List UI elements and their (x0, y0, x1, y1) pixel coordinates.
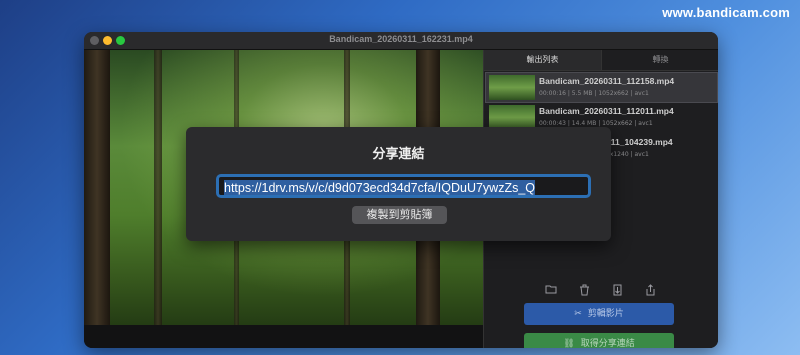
trash-icon[interactable] (577, 284, 591, 298)
tree-trunk-image (154, 50, 162, 325)
tree-trunk-image (84, 50, 110, 325)
file-meta: 00:00:43 | 14.4 MB | 1052x662 | avc1 (539, 120, 653, 127)
share-link-label: 取得分享連結 (580, 339, 635, 348)
share-link-dialog: 分享連結 https://1drv.ms/v/c/d9d073ecd34d7cf… (186, 127, 611, 241)
file-list-item[interactable]: Bandicam_20260311_112158.mp4 00:00:16 | … (485, 72, 718, 103)
window-title: Bandicam_20260311_162231.mp4 (329, 34, 473, 44)
link-icon: ⛓ (563, 339, 575, 348)
panel-tabs: 輸出列表 轉換 (484, 50, 718, 71)
file-name: 311_104239.mp4 (606, 137, 673, 147)
player-control-bar (84, 325, 483, 348)
cut-video-label: 剪輯影片 (587, 309, 624, 319)
cut-video-button[interactable]: ✂ 剪輯影片 (524, 303, 674, 325)
tab-convert[interactable]: 轉換 (602, 50, 718, 70)
title-bar: Bandicam_20260311_162231.mp4 (84, 32, 718, 50)
export-icon[interactable] (610, 284, 624, 298)
video-thumbnail (489, 75, 535, 100)
file-meta: 00:00:16 | 5.5 MB | 1052x662 | avc1 (539, 90, 649, 97)
share-url-field[interactable]: https://1drv.ms/v/c/d9d073ecd34d7cfa/IQD… (216, 174, 591, 198)
folder-icon[interactable] (544, 284, 558, 298)
bandicam-watermark: www.bandicam.com (662, 5, 790, 20)
dialog-title: 分享連結 (372, 147, 425, 162)
file-name: Bandicam_20260311_112158.mp4 (539, 76, 675, 86)
file-meta: 1x1240 | avc1 (606, 151, 649, 158)
scissors-icon: ✂ (574, 309, 582, 319)
file-name: Bandicam_20260311_112011.mp4 (539, 106, 674, 116)
share-icon[interactable] (643, 284, 657, 298)
get-share-link-button[interactable]: ⛓ 取得分享連結 (524, 333, 674, 348)
tab-output-list[interactable]: 輸出列表 (484, 50, 602, 70)
share-url-text[interactable]: https://1drv.ms/v/c/d9d073ecd34d7cfa/IQD… (224, 180, 536, 195)
copy-to-clipboard-button[interactable]: 複製到剪貼簿 (352, 206, 447, 224)
